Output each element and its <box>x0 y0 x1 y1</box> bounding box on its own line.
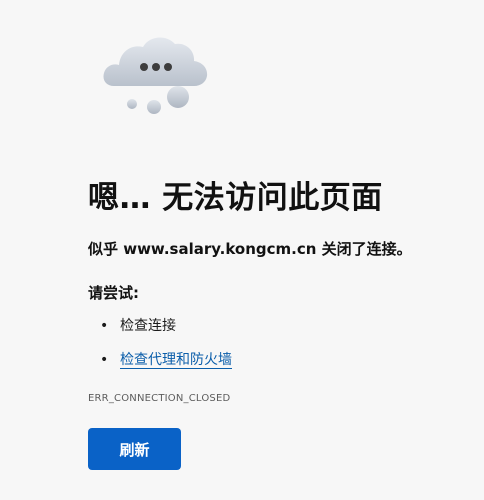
error-title: 嗯… 无法访问此页面 <box>88 180 383 216</box>
bullet: • <box>100 318 109 334</box>
suggestion-label: 检查连接 <box>120 318 176 334</box>
try-label: 请尝试: <box>88 284 139 302</box>
error-page: 嗯… 无法访问此页面 似乎 www.salary.kongcm.cn 关闭了连接… <box>0 0 484 500</box>
error-code: ERR_CONNECTION_CLOSED <box>88 393 231 404</box>
refresh-button[interactable]: 刷新 <box>88 428 181 470</box>
suggestion-check-proxy-firewall: • 检查代理和防火墙 <box>100 350 232 384</box>
cloud-ellipsis-icon <box>100 30 212 118</box>
bullet: • <box>100 352 109 368</box>
suggestion-list: • 检查连接 • 检查代理和防火墙 <box>100 316 232 384</box>
error-message: 似乎 www.salary.kongcm.cn 关闭了连接。 <box>88 240 412 258</box>
check-proxy-firewall-link[interactable]: 检查代理和防火墙 <box>120 352 232 369</box>
suggestion-check-connection: • 检查连接 <box>100 316 232 350</box>
